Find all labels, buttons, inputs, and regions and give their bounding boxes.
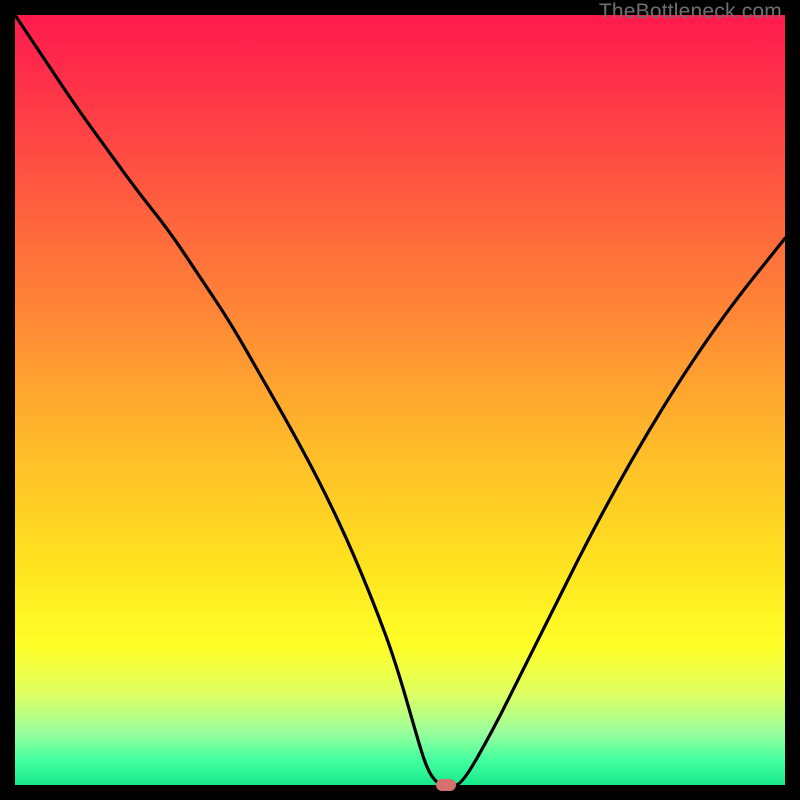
chart-gradient-background (15, 15, 785, 785)
chart-frame: TheBottleneck.com (0, 0, 800, 800)
